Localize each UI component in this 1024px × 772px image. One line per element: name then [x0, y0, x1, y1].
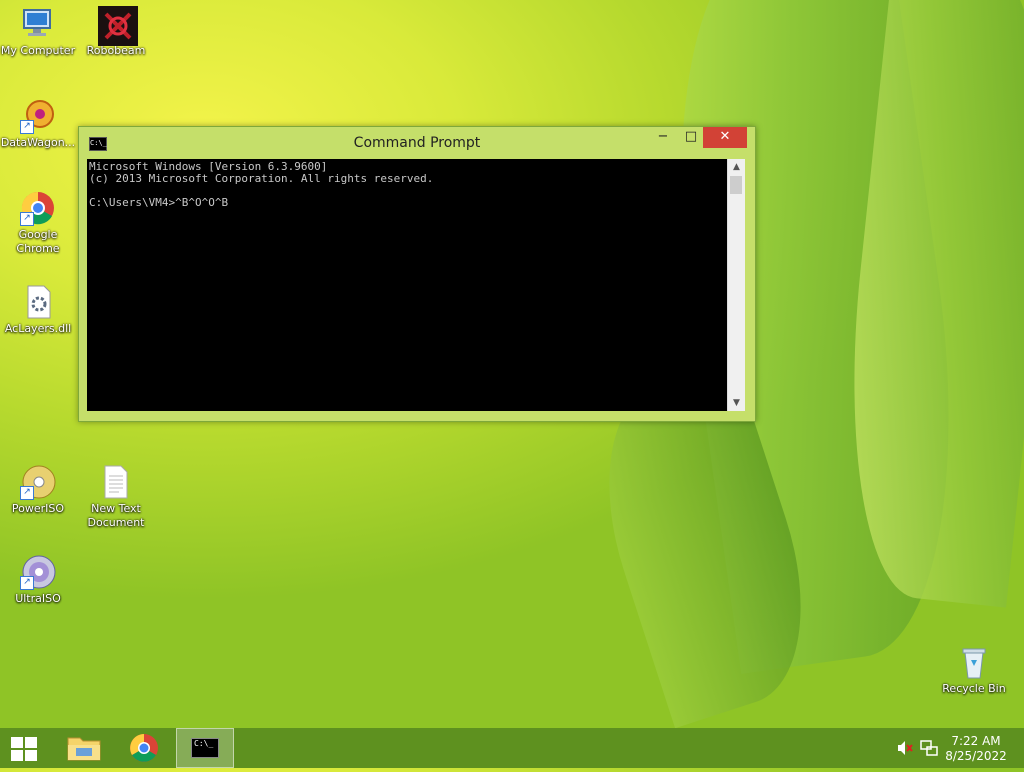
folder-icon [67, 737, 101, 761]
recycle-bin-icon [956, 644, 992, 680]
scroll-up-icon[interactable]: ▲ [728, 159, 745, 175]
desktop-icon-google-chrome[interactable]: ↗ Google Chrome [0, 190, 76, 256]
taskbar-chrome[interactable] [116, 728, 172, 768]
taskbar: C:\_ 7:22 AM 8/25/2022 [0, 728, 1024, 768]
desktop-icon-recycle-bin[interactable]: Recycle Bin [936, 644, 1012, 696]
shortcut-arrow-icon: ↗ [20, 212, 34, 226]
shortcut-arrow-icon: ↗ [20, 120, 34, 134]
windows-logo-icon [11, 737, 37, 761]
cmd-icon: C:\_ [191, 738, 219, 758]
speaker-muted-icon[interactable] [896, 740, 914, 756]
chrome-icon: ↗ [20, 190, 56, 226]
shortcut-arrow-icon: ↗ [20, 486, 34, 500]
dll-file-icon [20, 284, 56, 320]
system-clock[interactable]: 7:22 AM 8/25/2022 [936, 734, 1016, 764]
start-button[interactable] [0, 728, 56, 768]
clock-time: 7:22 AM [951, 734, 1001, 748]
title-bar[interactable]: C:\_ Command Prompt − □ ✕ [79, 127, 755, 159]
maximize-button[interactable]: □ [677, 127, 705, 148]
console-line: (c) 2013 Microsoft Corporation. All righ… [89, 172, 434, 185]
command-prompt-window[interactable]: C:\_ Command Prompt − □ ✕ Microsoft Wind… [78, 126, 756, 422]
taskbar-file-explorer[interactable] [56, 728, 112, 768]
console-output[interactable]: Microsoft Windows [Version 6.3.9600] (c) … [87, 159, 727, 411]
shortcut-arrow-icon: ↗ [20, 576, 34, 590]
desktop-icon-poweriso[interactable]: ↗ PowerISO [0, 464, 76, 516]
vertical-scrollbar[interactable]: ▲ ▼ [727, 159, 745, 411]
ultraiso-icon: ↗ [20, 554, 56, 590]
desktop-icon-ultraiso[interactable]: ↗ UltraISO [0, 554, 76, 606]
robobeam-icon [98, 6, 138, 46]
close-button[interactable]: ✕ [703, 127, 747, 148]
text-document-icon [98, 464, 134, 500]
desktop-icon-my-computer[interactable]: My Computer [0, 6, 76, 58]
chrome-icon [130, 734, 158, 762]
datawagon-icon: ↗ [20, 98, 56, 134]
taskbar-command-prompt[interactable]: C:\_ [176, 728, 234, 768]
clock-date: 8/25/2022 [945, 749, 1007, 763]
desktop-icon-datawagon[interactable]: ↗ DataWagon... [0, 98, 76, 150]
scroll-down-icon[interactable]: ▼ [728, 395, 745, 411]
scroll-thumb[interactable] [730, 176, 742, 194]
console-prompt-line: C:\Users\VM4>^B^O^O^B [89, 196, 229, 209]
desktop-icon-robobeam[interactable]: Robobeam [78, 6, 154, 58]
desktop-icon-new-text-document[interactable]: New Text Document [78, 464, 154, 530]
desktop-icon-aclayers-dll[interactable]: AcLayers.dll [0, 284, 76, 336]
poweriso-icon: ↗ [20, 464, 56, 500]
computer-icon [20, 6, 56, 42]
minimize-button[interactable]: − [649, 127, 677, 148]
